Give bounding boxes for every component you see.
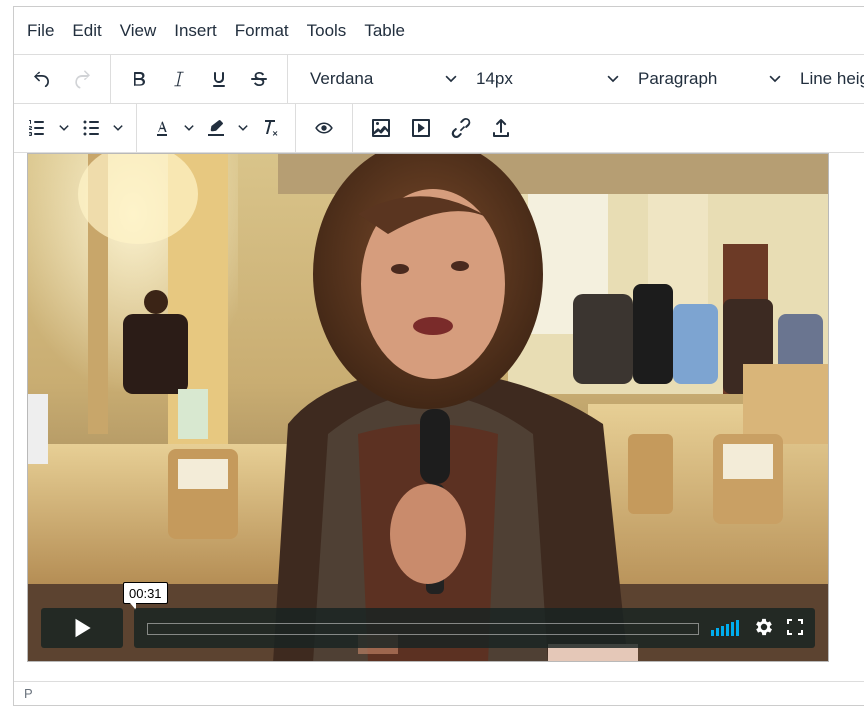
text-color-icon: [157, 121, 167, 136]
menu-table[interactable]: Table: [355, 14, 414, 48]
chevron-down-icon: [59, 125, 69, 131]
strikethrough-button[interactable]: [239, 61, 279, 97]
chevron-down-icon: [769, 75, 781, 83]
menubar: File Edit View Insert Format Tools Table: [14, 7, 864, 55]
insert-link-button[interactable]: [441, 110, 481, 146]
video-controls: 00:31: [41, 582, 815, 648]
font-family-group: Verdana 14px Paragraph Line height: [288, 55, 864, 103]
toolbar-primary: Verdana 14px Paragraph Line height: [14, 55, 864, 104]
link-icon: [451, 117, 471, 139]
format-group: [111, 55, 288, 103]
eye-icon: [315, 122, 333, 134]
highlight-color-caret[interactable]: [233, 110, 253, 146]
list-group: [14, 104, 137, 152]
menu-insert[interactable]: Insert: [165, 14, 226, 48]
bullet-list-split-button[interactable]: [74, 110, 128, 146]
redo-button[interactable]: [62, 61, 102, 97]
numbered-list-split-button[interactable]: [20, 110, 74, 146]
line-height-value: Line height: [800, 69, 864, 88]
menu-tools[interactable]: Tools: [298, 14, 356, 48]
upload-icon: [493, 119, 509, 137]
image-icon: [372, 119, 390, 137]
font-size-select[interactable]: 14px: [462, 61, 624, 97]
embedded-video[interactable]: 00:31: [27, 153, 829, 662]
underline-button[interactable]: [199, 61, 239, 97]
font-size-value: 14px: [476, 69, 513, 88]
numbered-list-button[interactable]: [20, 110, 54, 146]
preview-group: [296, 104, 353, 152]
chevron-down-icon: [113, 125, 123, 131]
insert-group: [353, 104, 529, 152]
text-color-split-button[interactable]: [145, 110, 199, 146]
bold-button[interactable]: [119, 61, 159, 97]
font-family-value: Verdana: [310, 69, 374, 88]
play-icon: [75, 618, 91, 638]
block-format-select[interactable]: Paragraph: [624, 61, 786, 97]
bold-icon: [134, 72, 145, 86]
text-color-button[interactable]: [145, 110, 179, 146]
history-group: [14, 55, 111, 103]
video-icon: [412, 119, 430, 137]
bullet-list-button[interactable]: [74, 110, 108, 146]
clear-formatting-button[interactable]: [253, 110, 287, 146]
progress-track[interactable]: [147, 623, 699, 635]
line-height-select[interactable]: Line height: [786, 61, 864, 97]
element-path[interactable]: P: [24, 686, 33, 701]
redo-icon: [75, 70, 90, 89]
italic-icon: [174, 71, 184, 87]
clear-formatting-icon: [265, 120, 278, 136]
menu-format[interactable]: Format: [226, 14, 298, 48]
text-color-caret[interactable]: [179, 110, 199, 146]
bullet-list-caret[interactable]: [108, 110, 128, 146]
undo-button[interactable]: [22, 61, 62, 97]
insert-image-button[interactable]: [361, 110, 401, 146]
toolbar-secondary: [14, 104, 864, 153]
chevron-down-icon: [607, 75, 619, 83]
volume-icon[interactable]: [711, 620, 743, 636]
menu-edit[interactable]: Edit: [63, 14, 110, 48]
highlight-color-split-button[interactable]: [199, 110, 253, 146]
highlighter-icon: [208, 120, 224, 136]
preview-button[interactable]: [304, 110, 344, 146]
play-button[interactable]: [41, 608, 123, 648]
color-group: [137, 104, 296, 152]
numbered-list-caret[interactable]: [54, 110, 74, 146]
font-family-select[interactable]: Verdana: [296, 61, 462, 97]
time-tooltip: 00:31: [123, 582, 168, 610]
fullscreen-icon[interactable]: [786, 618, 804, 636]
menu-view[interactable]: View: [111, 14, 166, 48]
underline-icon: [213, 72, 225, 87]
block-format-value: Paragraph: [638, 69, 718, 88]
italic-button[interactable]: [159, 61, 199, 97]
chevron-down-icon: [184, 125, 194, 131]
video-control-bar: [134, 608, 815, 648]
insert-media-button[interactable]: [401, 110, 441, 146]
bullet-list-icon: [83, 120, 99, 136]
undo-icon: [34, 71, 49, 88]
highlight-color-button[interactable]: [199, 110, 233, 146]
menu-file[interactable]: File: [18, 14, 63, 48]
strikethrough-icon: [251, 72, 267, 87]
rich-text-editor: File Edit View Insert Format Tools Table: [13, 6, 864, 706]
settings-gear-icon[interactable]: [753, 616, 775, 638]
chevron-down-icon: [238, 125, 248, 131]
chevron-down-icon: [445, 75, 457, 83]
editor-content[interactable]: 00:31: [14, 153, 864, 682]
numbered-list-icon: [28, 120, 44, 136]
status-bar: P: [14, 681, 864, 705]
upload-button[interactable]: [481, 110, 521, 146]
